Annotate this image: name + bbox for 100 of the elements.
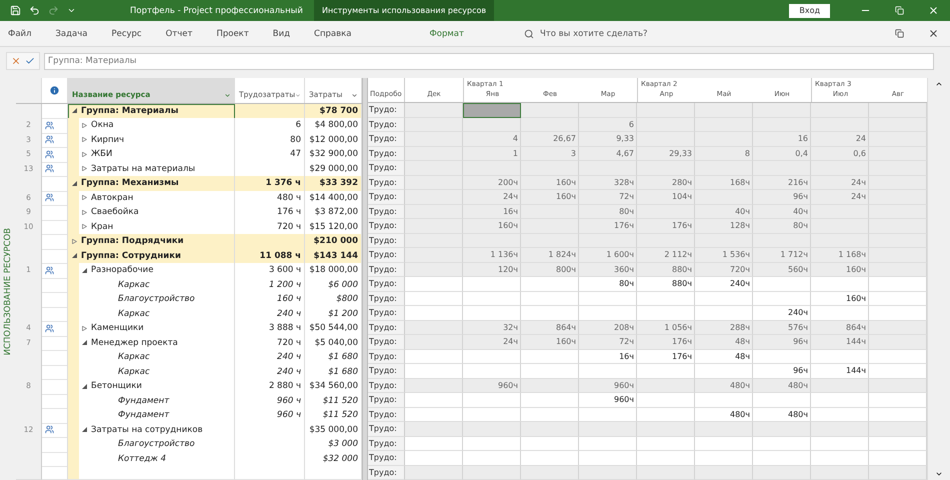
detail-cell: Трудо: [368,320,405,335]
ribbon-tab[interactable]: Справка [314,28,352,38]
detail-cell: Трудо: [368,436,405,451]
detail-cell: Трудо: [368,422,405,436]
resource-name: Кран [91,222,114,232]
search-placeholder[interactable]: Что вы хотите сделать? [540,28,648,38]
context-tab-title: Инструменты использования ресурсов [314,0,494,21]
resource-name: Бетонщики [91,381,142,392]
timeline-cell [811,466,869,480]
collapse-icon[interactable] [82,427,87,432]
timeline-cell [463,466,521,480]
resource-name: Затраты на сотрудников [91,424,203,435]
redo-icon[interactable] [48,5,59,16]
dropdown-icon[interactable] [351,92,358,99]
cost-cell: $33 392 [305,176,362,192]
cost-cell: $3 872,00 [305,205,362,221]
cancel-icon[interactable] [11,56,21,66]
resource-icon [45,120,54,130]
timeline-cell [637,466,695,480]
work-cell [235,466,305,480]
expand-icon[interactable] [82,195,87,200]
cost-cell: $1 680 [305,350,362,366]
detail-cell: Трудо: [368,335,405,350]
ribbon-tab[interactable]: Файл [8,28,32,38]
undo-icon[interactable] [29,5,40,16]
resource-icon [45,193,54,202]
detail-cell: Трудо: [368,451,405,466]
detail-cell: Трудо: [368,176,405,190]
save-icon[interactable] [10,5,21,16]
detail-cell: Трудо: [368,277,405,292]
timeline-cell [521,466,579,480]
cost-cell: $18 000,00 [305,263,362,279]
work-cell: 6 [235,118,305,134]
work-cell: 3 888 ч [235,321,305,337]
detail-cell: Трудо: [368,132,405,146]
expand-icon[interactable] [82,122,87,128]
timeline-cell [405,466,463,480]
timeline-cell [753,466,811,480]
detail-cell: Трудо: [368,204,405,219]
sign-in-button[interactable]: Вход [789,4,830,18]
ribbon-tab[interactable]: Отчет [166,28,192,38]
scroll-down-icon[interactable] [935,470,943,478]
collapse-icon[interactable] [82,340,87,346]
work-cell: 960 ч [235,408,305,424]
resource-name: Группа: Механизмы [81,178,179,188]
resource-name: Благоустройство [118,294,195,304]
close-icon[interactable] [928,28,938,39]
collapse-icon[interactable] [72,253,77,258]
work-cell: 47 [235,147,305,163]
ribbon-tab[interactable]: Задача [55,28,88,38]
detail-cell: Трудо: [368,103,405,118]
expand-icon[interactable] [82,326,87,331]
collapse-icon[interactable] [72,180,77,186]
ribbon-tab[interactable]: Ресурс [111,28,142,38]
ribbon-tab[interactable]: Формат [429,28,464,38]
resource-name: Каркас [118,352,150,362]
expand-icon[interactable] [82,224,87,230]
detail-cell: Трудо: [368,350,405,364]
resource-name: Благоустройство [118,439,195,450]
collapse-icon[interactable] [82,384,87,389]
detail-cell: Трудо: [368,393,405,408]
expand-icon[interactable] [82,166,87,172]
detail-cell: Трудо: [368,408,405,422]
resource-name: Группа: Материалы [81,106,178,116]
resource-icon [45,150,54,159]
resource-name: Окна [91,120,114,130]
expand-icon[interactable] [82,137,87,142]
restore-icon[interactable] [894,6,904,15]
collapse-icon[interactable] [82,268,87,273]
resource-name: Кирпич [91,134,124,145]
detail-cell: Трудо: [368,262,405,277]
cost-cell: $210 000 [305,234,362,250]
resource-icon [45,164,54,174]
check-icon[interactable] [25,56,35,66]
search-icon[interactable] [524,28,534,38]
entry-field[interactable]: Группа: Материалы [44,52,934,70]
timeline-cell [695,466,753,480]
detail-cell: Трудо: [368,378,405,393]
detail-cell: Трудо: [368,146,405,161]
resource-name: Менеджер проекта [91,338,178,348]
detail-cell: Трудо: [368,118,405,132]
detail-cell: Трудо: [368,364,405,378]
restore-icon[interactable] [894,29,904,38]
scroll-up-icon[interactable] [935,80,943,88]
close-icon[interactable] [928,5,938,16]
cost-cell: $3 000 [305,437,362,453]
dropdown-icon[interactable] [224,92,231,99]
work-cell: 3 600 ч [235,263,305,279]
resource-name: Фундамент [118,396,170,406]
customize-icon[interactable] [67,6,76,15]
resource-name: Каменщики [91,323,144,334]
cost-cell: $4 800,00 [305,118,362,134]
expand-icon[interactable] [72,238,77,244]
scrollbar[interactable] [927,78,950,480]
collapse-icon[interactable] [72,108,77,114]
ribbon-tab[interactable]: Вид [272,28,290,38]
expand-icon[interactable] [82,152,87,157]
detail-cell: Трудо: [368,219,405,234]
expand-icon[interactable] [82,210,87,215]
ribbon-tab[interactable]: Проект [216,28,249,38]
